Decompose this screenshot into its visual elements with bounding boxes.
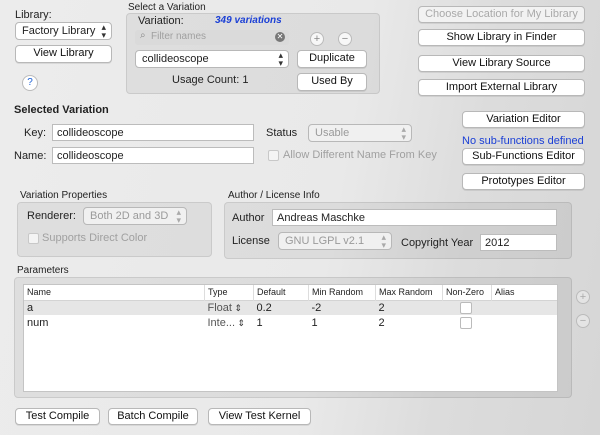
help-icon[interactable]: ? [22,75,38,91]
library-select-value: Factory Library [22,25,96,37]
col-min-random[interactable]: Min Random [308,285,376,300]
key-label: Key: [24,127,47,139]
param-default[interactable]: 1 [254,315,309,330]
col-alias[interactable]: Alias [492,285,558,300]
show-in-finder-button[interactable]: Show Library in Finder [418,29,585,46]
renderer-select-value: Both 2D and 3D [90,210,169,222]
param-type-select[interactable]: Float ⇕ [205,300,254,315]
allow-diff-name-checkbox[interactable] [268,150,279,161]
duplicate-button[interactable]: Duplicate [297,50,367,68]
name-label: Name: [14,150,47,162]
choose-location-button[interactable]: Choose Location for My Library [418,6,585,23]
import-external-library-button[interactable]: Import External Library [418,79,585,96]
param-max-random[interactable]: 2 [376,315,443,330]
col-max-random[interactable]: Max Random [375,285,443,300]
param-default[interactable]: 0.2 [254,300,309,315]
param-nonzero-checkbox[interactable] [459,316,472,329]
library-select[interactable]: Factory Library ▴ ▾ [15,22,112,40]
license-select[interactable]: GNU LGPL v2.1 ▴ ▾ [278,232,392,250]
filter-placeholder: Filter names [151,31,207,42]
param-name: num [27,316,49,329]
clear-search-icon[interactable]: ✕ [275,32,285,42]
author-license-title: Author / License Info [228,190,320,201]
usage-count: Usage Count: 1 [172,74,249,86]
table-row[interactable]: num Inte... ⇕ 1 1 2 [24,315,557,330]
parameters-table[interactable]: Name Type Default Min Random Max Random … [23,284,558,392]
filter-search-field[interactable]: ⌕ Filter names ✕ [135,30,289,45]
copyright-year-field[interactable]: 2012 [480,234,557,251]
parameters-title: Parameters [17,265,69,276]
license-select-value: GNU LGPL v2.1 [285,235,365,247]
variation-editor-button[interactable]: Variation Editor [462,111,585,128]
name-field[interactable]: collideoscope [52,147,254,164]
no-subfunctions-text: No sub-functions defined [462,135,584,147]
library-label: Library: [15,9,52,21]
add-parameter-button[interactable]: + [576,290,590,304]
param-alias[interactable] [492,300,558,315]
variation-count: 349 variations [215,15,282,26]
col-non-zero[interactable]: Non-Zero [442,285,492,300]
renderer-label: Renderer: [27,210,76,222]
used-by-button[interactable]: Used By [297,73,367,91]
license-label: License [232,235,270,247]
chevron-updown-icon: ⇕ [231,302,243,313]
test-compile-button[interactable]: Test Compile [15,408,100,425]
variation-select-value: collideoscope [142,53,209,65]
col-type[interactable]: Type [204,285,254,300]
view-library-source-button[interactable]: View Library Source [418,55,585,72]
chevron-updown-icon: ▴ ▾ [176,207,181,225]
param-nonzero-cell [443,315,492,330]
param-min-random[interactable]: -2 [309,300,376,315]
param-min-random[interactable]: 1 [309,315,376,330]
col-name[interactable]: Name [24,285,205,300]
selected-variation-heading: Selected Variation [14,104,109,116]
param-nonzero-cell [443,300,492,315]
parameters-header-row: Name Type Default Min Random Max Random … [24,285,557,300]
author-label: Author [232,212,265,224]
view-library-button[interactable]: View Library [15,45,112,63]
chevron-updown-icon: ⇕ [235,317,246,328]
chevron-updown-icon: ▴ ▾ [278,50,283,68]
status-select[interactable]: Usable ▴ ▾ [308,124,412,142]
search-icon: ⌕ [140,30,146,41]
variation-label: Variation: [138,15,184,27]
param-alias[interactable] [492,315,558,330]
allow-diff-name-label: Allow Different Name From Key [283,149,437,161]
direct-color-label: Supports Direct Color [42,232,148,244]
copyright-year-label: Copyright Year [401,237,474,249]
param-type-select[interactable]: Inte... ⇕ [205,315,254,330]
author-field[interactable]: Andreas Maschke [272,209,557,226]
param-type: Float [207,301,232,314]
table-row[interactable]: a Float ⇕ 0.2 -2 2 [24,300,557,315]
select-variation-title: Select a Variation [128,2,206,13]
direct-color-checkbox[interactable] [28,233,39,244]
remove-parameter-button[interactable]: − [576,314,590,328]
batch-compile-button[interactable]: Batch Compile [108,408,198,425]
param-name: a [27,301,34,314]
view-test-kernel-button[interactable]: View Test Kernel [208,408,311,425]
key-field[interactable]: collideoscope [52,124,254,141]
param-nonzero-checkbox[interactable] [459,301,472,314]
variation-select[interactable]: collideoscope ▴ ▾ [135,50,289,68]
status-select-value: Usable [315,127,350,139]
renderer-select[interactable]: Both 2D and 3D ▴ ▾ [83,207,187,225]
chevron-updown-icon: ▴ ▾ [381,232,386,250]
param-max-random[interactable]: 2 [376,300,443,315]
variation-properties-title: Variation Properties [20,190,108,201]
chevron-updown-icon: ▴ ▾ [401,124,406,142]
prototypes-editor-button[interactable]: Prototypes Editor [462,173,585,190]
chevron-updown-icon: ▴ ▾ [101,22,106,40]
subfunctions-editor-button[interactable]: Sub-Functions Editor [462,148,585,165]
remove-variation-button[interactable]: − [338,32,352,46]
status-label: Status [266,127,298,139]
add-variation-button[interactable]: + [310,32,324,46]
col-default[interactable]: Default [253,285,309,300]
param-type: Inte... [207,316,236,329]
